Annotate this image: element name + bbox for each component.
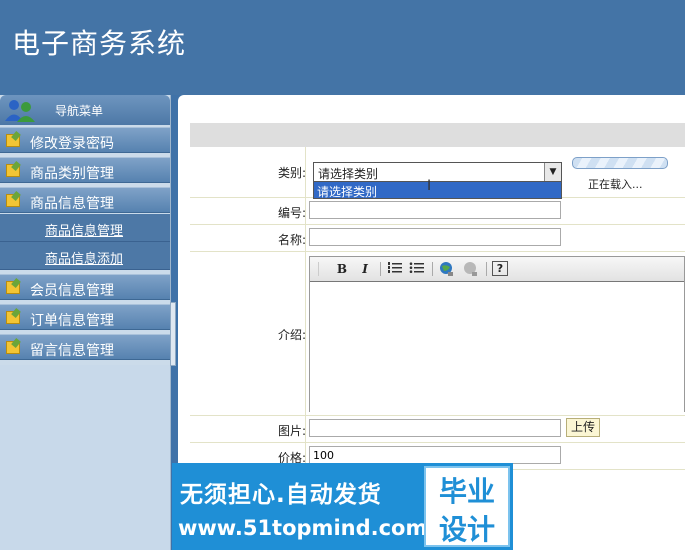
sidebar-subitem-product-add[interactable]: 商品信息添加 bbox=[0, 242, 170, 270]
unlink-icon[interactable] bbox=[462, 261, 480, 277]
name-label: 名称: bbox=[277, 233, 306, 247]
rich-text-editor[interactable]: B I ? bbox=[309, 256, 685, 412]
form-header-bar bbox=[190, 123, 685, 147]
sidebar-item-change-password[interactable]: 修改登录密码 bbox=[0, 127, 170, 153]
loading-text: 正在载入... bbox=[588, 178, 643, 191]
sidebar-item-label: 修改登录密码 bbox=[30, 136, 114, 152]
sidebar-empty-area bbox=[0, 365, 170, 550]
category-dropdown-option[interactable]: 请选择类别 bbox=[313, 182, 562, 199]
sidebar-item-label: 订单信息管理 bbox=[30, 313, 114, 329]
toolbar-separator bbox=[486, 262, 487, 276]
upload-button[interactable]: 上传 bbox=[566, 418, 600, 437]
sidebar: 导航菜单 修改登录密码 商品类别管理 商品信息管理 商品信息管理 商品信息添加 … bbox=[0, 95, 171, 550]
folder-icon bbox=[6, 134, 20, 147]
sidebar-item-label: 留言信息管理 bbox=[30, 343, 114, 359]
sidebar-subitem-label[interactable]: 商品信息添加 bbox=[45, 248, 123, 267]
text-cursor-icon: I bbox=[427, 178, 432, 194]
chevron-down-icon[interactable]: ▼ bbox=[544, 163, 561, 181]
category-label: 类别: bbox=[277, 166, 306, 180]
sidebar-item-category-management[interactable]: 商品类别管理 bbox=[0, 157, 170, 183]
sidebar-subitem-product-management[interactable]: 商品信息管理 bbox=[0, 214, 170, 242]
folder-icon bbox=[6, 164, 20, 177]
toolbar-grip bbox=[318, 262, 319, 276]
bold-button[interactable]: B bbox=[334, 261, 350, 277]
folder-icon bbox=[6, 281, 20, 294]
watermark-box-line1: 毕业 bbox=[438, 475, 495, 508]
users-icon bbox=[5, 100, 35, 122]
folder-icon bbox=[6, 311, 20, 324]
price-input[interactable] bbox=[309, 446, 561, 464]
sidebar-item-product-management[interactable]: 商品信息管理 bbox=[0, 187, 170, 213]
folder-icon bbox=[6, 341, 20, 354]
sidebar-item-member-management[interactable]: 会员信息管理 bbox=[0, 274, 170, 300]
editor-text-area[interactable] bbox=[310, 281, 684, 412]
insert-link-icon[interactable] bbox=[438, 261, 456, 277]
unordered-list-icon[interactable] bbox=[408, 261, 426, 277]
image-label: 图片: bbox=[277, 424, 306, 438]
watermark-logo-box: 毕业 设计 bbox=[424, 466, 510, 547]
sidebar-subitem-label[interactable]: 商品信息管理 bbox=[45, 220, 123, 239]
top-banner: 电子商务系统 bbox=[0, 0, 685, 95]
editor-toolbar: B I ? bbox=[310, 257, 684, 282]
watermark-url: www.51topmind.com bbox=[178, 516, 428, 540]
nav-header: 导航菜单 bbox=[0, 95, 170, 125]
image-path-input[interactable] bbox=[309, 419, 561, 437]
watermark-slogan: 无须担心.自动发货 bbox=[180, 482, 382, 508]
sidebar-item-label: 商品类别管理 bbox=[30, 166, 114, 182]
folder-icon bbox=[6, 194, 20, 207]
app-title: 电子商务系统 bbox=[12, 27, 187, 60]
category-select[interactable]: 请选择类别 ▼ bbox=[313, 162, 562, 182]
sidebar-item-label: 商品信息管理 bbox=[30, 196, 114, 212]
code-input[interactable] bbox=[309, 201, 561, 219]
intro-label: 介绍: bbox=[277, 328, 306, 342]
loading-progress-bar bbox=[572, 157, 668, 169]
ordered-list-icon[interactable] bbox=[386, 261, 404, 277]
toolbar-separator bbox=[432, 262, 433, 276]
sidebar-item-order-management[interactable]: 订单信息管理 bbox=[0, 304, 170, 330]
sidebar-splitter-handle[interactable] bbox=[170, 302, 176, 366]
category-select-value: 请选择类别 bbox=[318, 167, 379, 181]
watermark-banner: 无须担心.自动发货 www.51topmind.com 毕业 设计 bbox=[172, 463, 513, 550]
sidebar-item-label: 会员信息管理 bbox=[30, 283, 114, 299]
help-button[interactable]: ? bbox=[492, 261, 508, 276]
name-input[interactable] bbox=[309, 228, 561, 246]
watermark-box-line2: 设计 bbox=[438, 513, 495, 546]
code-label: 编号: bbox=[277, 206, 306, 220]
nav-header-label: 导航菜单 bbox=[55, 104, 104, 118]
sidebar-item-message-management[interactable]: 留言信息管理 bbox=[0, 334, 170, 360]
italic-button[interactable]: I bbox=[357, 261, 373, 277]
toolbar-separator bbox=[380, 262, 381, 276]
